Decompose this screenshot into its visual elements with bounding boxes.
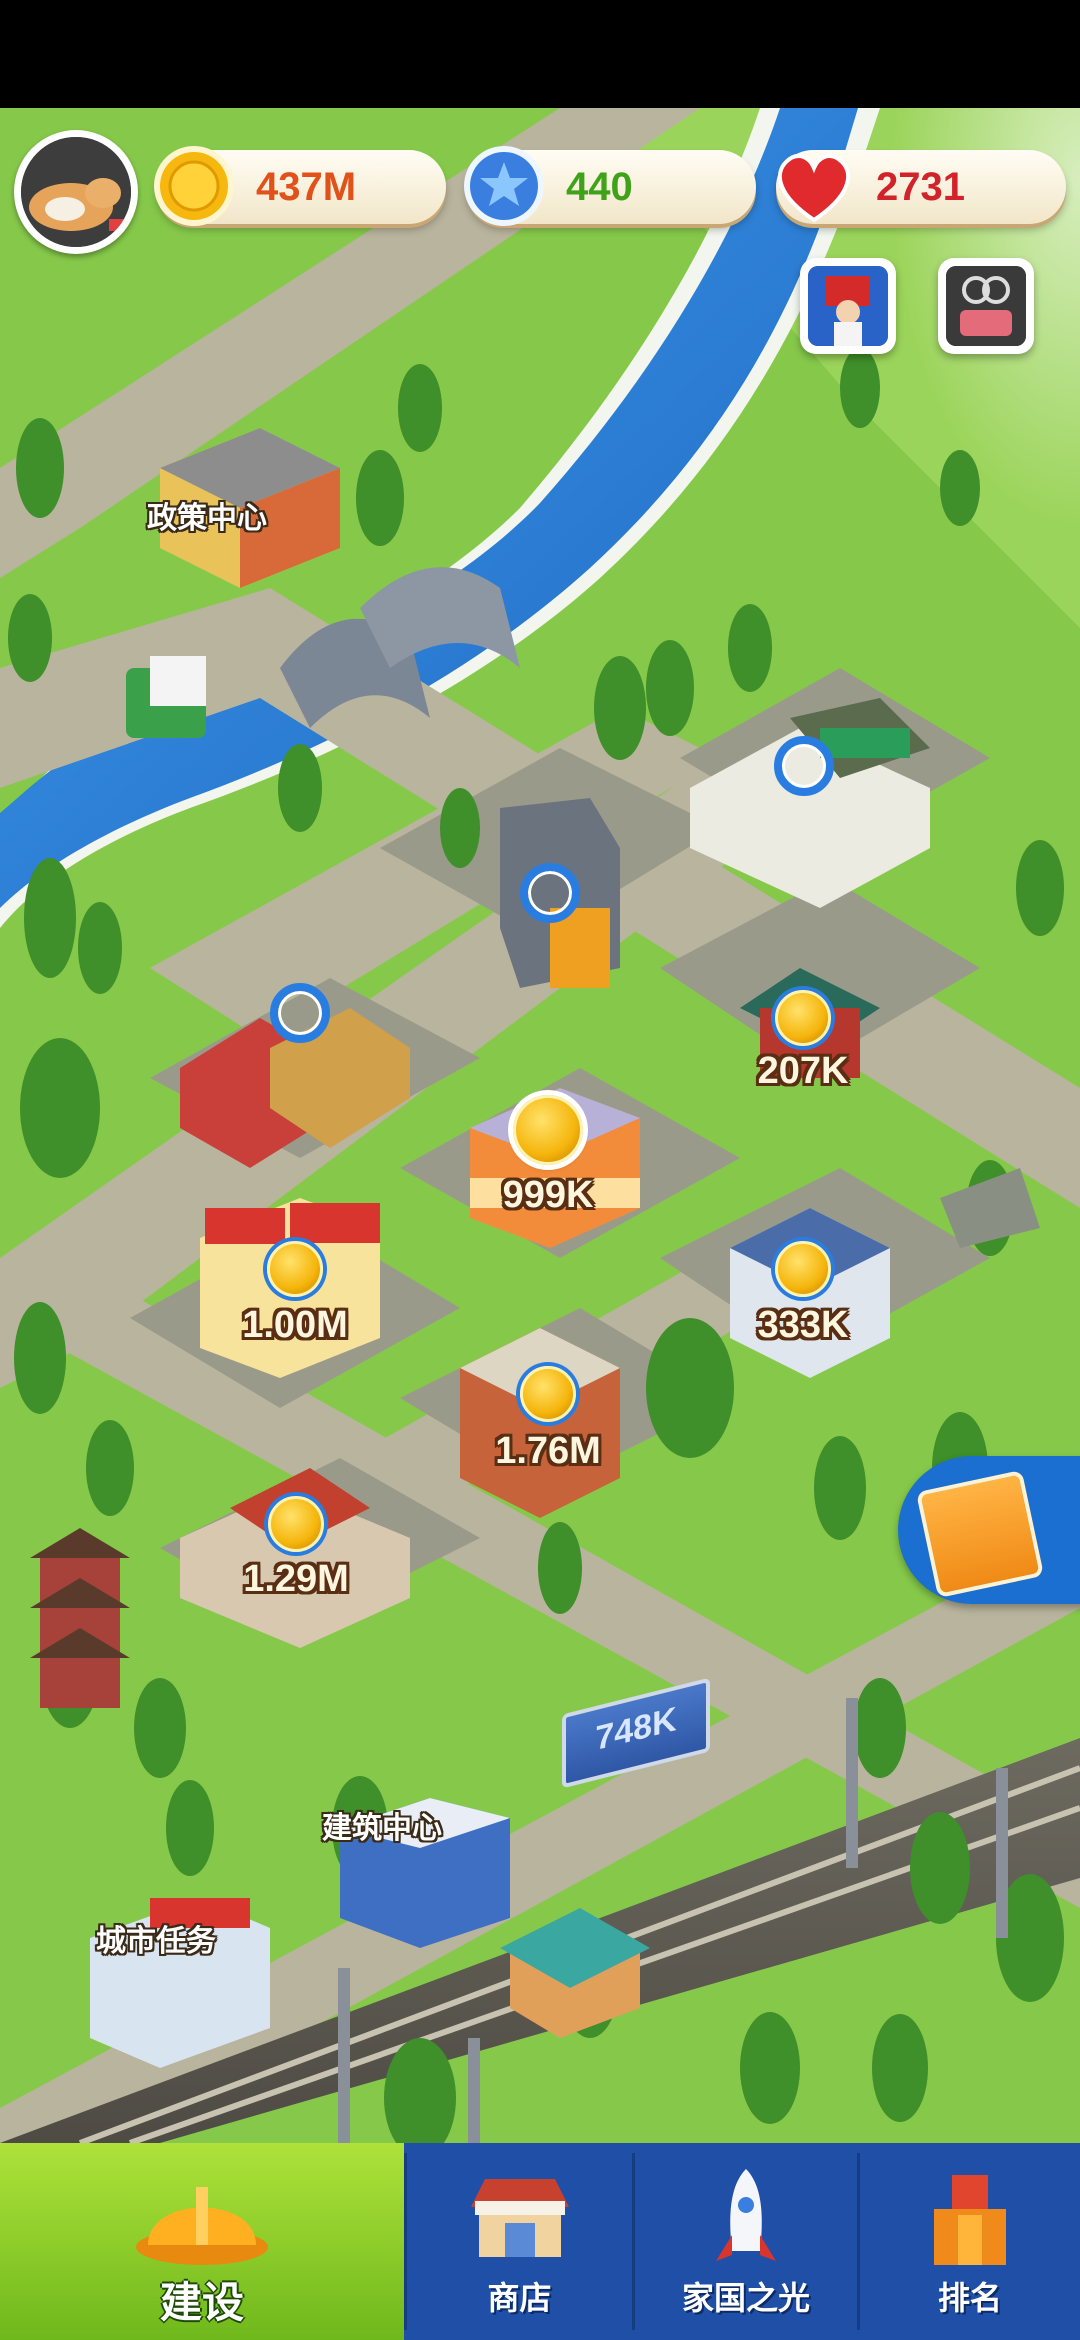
gem-counter[interactable]: 440 (464, 146, 756, 226)
label-city-tasks[interactable]: 城市任务 (96, 1916, 216, 1960)
hard-hat-icon (136, 2187, 268, 2265)
design-house-button[interactable] (898, 1456, 1080, 1604)
progress-ring-foundry[interactable] (520, 863, 580, 923)
event-gift-button[interactable] (938, 258, 1034, 354)
flag-bearer-icon (808, 266, 888, 346)
label-building-center[interactable]: 建筑中心 (322, 1803, 442, 1847)
gold-counter[interactable]: 437M (154, 146, 446, 226)
collect-coin-convenience-store[interactable] (513, 1095, 583, 1165)
game-screen: 政策中心 建筑中心 城市任务 207K 999K 1.00M 333K 1.76… (0, 0, 1080, 2340)
nav-ranking[interactable]: 排名 (860, 2143, 1080, 2340)
progress-ring-warehouse[interactable] (270, 983, 330, 1043)
collect-coin-bookstore[interactable] (267, 1241, 323, 1297)
collect-coin-courtyard[interactable] (268, 1496, 324, 1552)
earning-bookstore: 1.00M (242, 1304, 348, 1346)
avatar[interactable] (14, 130, 138, 254)
avatar-image (21, 137, 131, 247)
nav-build[interactable]: 建设 (0, 2143, 404, 2340)
trophy-hands-icon (946, 266, 1026, 346)
gold-value: 437M (256, 165, 357, 209)
nav-shop[interactable]: 商店 (407, 2143, 632, 2340)
nav-ranking-label: 排名 (937, 2279, 1002, 2317)
podium-icon (934, 2175, 1006, 2265)
nav-national-glory-label: 家国之光 (681, 2279, 810, 2317)
heart-icon (777, 154, 851, 223)
progress-ring-factory[interactable] (774, 736, 834, 796)
label-policy-center[interactable]: 政策中心 (147, 493, 267, 537)
collect-coin-apartment[interactable] (520, 1366, 576, 1422)
earning-blue-house: 333K (757, 1304, 849, 1346)
gem-value: 440 (566, 165, 633, 209)
status-bar (0, 0, 1080, 108)
earning-apartment: 1.76M (495, 1430, 601, 1472)
collect-coin-blue-house[interactable] (775, 1241, 831, 1297)
nav-national-glory[interactable]: 家国之光 (635, 2143, 857, 2340)
bottom-nav: 建设 商店 家国之光 排名 (0, 2143, 1080, 2340)
nav-shop-label: 商店 (487, 2279, 552, 2317)
top-hud: 437M 440 2731 (0, 130, 1080, 354)
event-poster-button[interactable] (800, 258, 896, 354)
house-blueprint-icon (915, 1469, 1045, 1599)
earning-courtyard: 1.29M (243, 1558, 349, 1600)
nav-build-label: 建设 (159, 2278, 244, 2327)
heart-counter[interactable]: 2731 (776, 150, 1066, 224)
gold-coin-icon (154, 146, 234, 226)
earning-temple: 207K (757, 1050, 849, 1092)
city-map[interactable]: 政策中心 建筑中心 城市任务 207K 999K 1.00M 333K 1.76… (0, 108, 1080, 2143)
rocket-icon (716, 2169, 776, 2261)
collect-coin-temple[interactable] (775, 990, 831, 1046)
blue-star-gem-icon (464, 146, 544, 226)
heart-value: 2731 (876, 165, 965, 209)
earning-convenience-store: 999K (502, 1174, 594, 1216)
shop-icon (470, 2179, 569, 2257)
